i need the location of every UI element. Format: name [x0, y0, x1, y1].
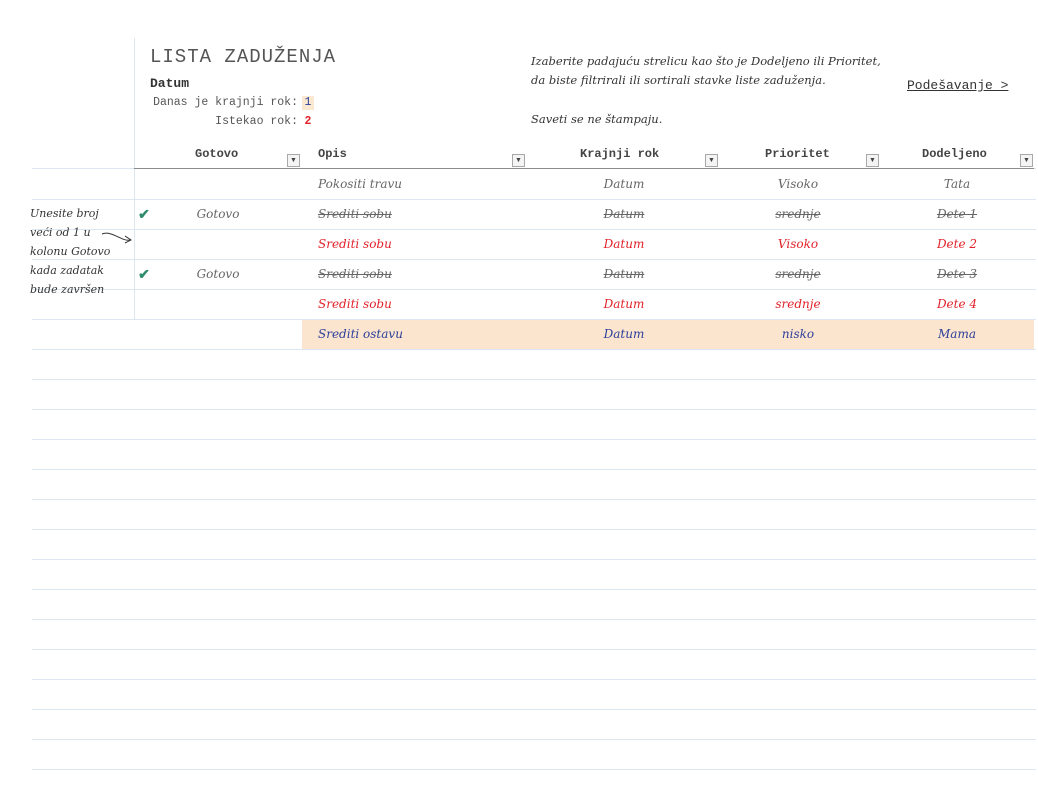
today-due-label: Danas je krajnji rok:	[153, 96, 298, 109]
priority-filter-dropdown[interactable]: ▼	[866, 154, 879, 167]
ruled-line	[32, 529, 1036, 530]
tip-line-1: Izaberite padajuću strelicu kao što je D…	[531, 54, 881, 68]
priority-cell[interactable]: srednje	[748, 259, 848, 289]
assigned-cell[interactable]: Dete 3	[905, 259, 1009, 289]
priority-cell[interactable]: srednje	[748, 289, 848, 319]
assigned-filter-dropdown[interactable]: ▼	[1020, 154, 1033, 167]
done-cell[interactable]	[178, 229, 258, 259]
ruled-line	[32, 619, 1036, 620]
due-date-cell[interactable]: Datum	[574, 259, 674, 289]
due-date-cell[interactable]: Datum	[574, 319, 674, 349]
completion-note: Unesite broj veći od 1 u kolonu Gotovo k…	[30, 204, 122, 299]
description-filter-dropdown[interactable]: ▼	[512, 154, 525, 167]
assigned-cell[interactable]: Mama	[905, 319, 1009, 349]
done-checkmark-icon: ✔	[138, 266, 150, 282]
ruled-line	[32, 559, 1036, 560]
ruled-line	[32, 589, 1036, 590]
done-cell[interactable]	[178, 169, 258, 199]
ruled-line	[32, 349, 1036, 350]
ruled-line	[32, 769, 1036, 770]
due-date-cell[interactable]: Datum	[574, 229, 674, 259]
table-row: ✔ Gotovo Srediti sobu Datum srednje Dete 3	[134, 259, 1036, 289]
done-cell[interactable]: Gotovo	[178, 199, 258, 229]
priority-cell[interactable]: srednje	[748, 199, 848, 229]
assigned-cell[interactable]: Dete 2	[905, 229, 1009, 259]
settings-link[interactable]: Podešavanje >	[907, 78, 1008, 93]
column-header-assigned: Dodeljeno	[922, 147, 987, 161]
ruled-line	[32, 469, 1036, 470]
today-due-count: 1	[302, 96, 314, 110]
ruled-line	[32, 499, 1036, 500]
column-header-description: Opis	[318, 147, 347, 161]
ruled-line	[32, 649, 1036, 650]
done-filter-dropdown[interactable]: ▼	[287, 154, 300, 167]
description-cell[interactable]: Srediti sobu	[318, 259, 518, 289]
column-header-due-date: Krajnji rok	[580, 147, 660, 161]
ruled-line	[32, 439, 1036, 440]
due-date-cell[interactable]: Datum	[574, 289, 674, 319]
overdue-label: Istekao rok:	[215, 115, 298, 128]
table-row: ✔ Gotovo Srediti sobu Datum srednje Dete 1	[134, 199, 1036, 229]
description-cell[interactable]: Srediti sobu	[318, 199, 518, 229]
assigned-cell[interactable]: Dete 1	[905, 199, 1009, 229]
note-line: kada zadatak	[30, 264, 104, 277]
note-arrow-icon	[101, 232, 132, 244]
table-row: Srediti ostavu Datum nisko Mama	[134, 319, 1036, 349]
page-title: LISTA ZADUŽENJA	[150, 46, 337, 68]
priority-cell[interactable]: Visoko	[748, 229, 848, 259]
due-date-cell[interactable]: Datum	[574, 169, 674, 199]
ruled-line	[32, 679, 1036, 680]
done-checkmark-icon	[134, 229, 154, 259]
tip-line-2: da biste filtrirali ili sortirali stavke…	[531, 73, 826, 87]
due-date-cell[interactable]: Datum	[574, 199, 674, 229]
done-cell[interactable]: Gotovo	[178, 259, 258, 289]
description-cell[interactable]: Srediti sobu	[318, 229, 518, 259]
done-checkmark-icon	[134, 169, 154, 199]
description-cell[interactable]: Pokositi travu	[318, 169, 518, 199]
overdue-count: 2	[304, 115, 312, 128]
due-date-filter-dropdown[interactable]: ▼	[705, 154, 718, 167]
ruled-line	[32, 409, 1036, 410]
column-header-done: Gotovo	[195, 147, 239, 161]
table-row: Pokositi travu Datum Visoko Tata	[134, 169, 1036, 199]
assigned-cell[interactable]: Tata	[905, 169, 1009, 199]
ruled-line	[32, 709, 1036, 710]
description-cell[interactable]: Srediti ostavu	[318, 319, 518, 349]
priority-cell[interactable]: nisko	[748, 319, 848, 349]
table-row: Srediti sobu Datum Visoko Dete 2	[134, 229, 1036, 259]
note-line: Unesite broj	[30, 207, 99, 220]
done-checkmark-icon	[134, 319, 154, 349]
column-header-priority: Prioritet	[765, 147, 830, 161]
done-checkmark-icon	[134, 289, 154, 319]
done-checkmark-icon: ✔	[138, 206, 150, 222]
description-cell[interactable]: Srediti sobu	[318, 289, 518, 319]
ruled-line	[32, 739, 1036, 740]
note-line: bude završen	[30, 283, 105, 296]
tip-line-3: Saveti se ne štampaju.	[531, 112, 663, 126]
table-row: Srediti sobu Datum srednje Dete 4	[134, 289, 1036, 319]
ruled-line	[32, 379, 1036, 380]
done-cell[interactable]	[178, 289, 258, 319]
date-subtitle: Datum	[150, 76, 190, 91]
assigned-cell[interactable]: Dete 4	[905, 289, 1009, 319]
done-cell[interactable]	[178, 319, 258, 349]
priority-cell[interactable]: Visoko	[748, 169, 848, 199]
